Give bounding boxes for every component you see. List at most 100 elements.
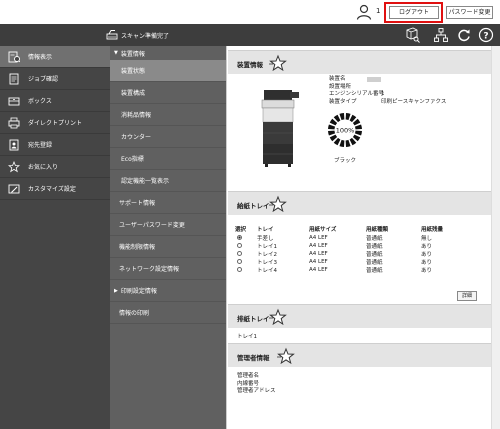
device-info-row: エンジンシリアル番号 1 (329, 91, 385, 99)
admin-label: 管理者名 (237, 373, 260, 379)
section-title: 給紙トレイ (237, 202, 270, 210)
device-name-redacted (367, 77, 381, 82)
subnav-group-print-settings[interactable]: ▶ 印刷設定情報 (110, 280, 226, 302)
network-icon[interactable] (433, 27, 449, 43)
star-icon (8, 160, 20, 172)
paper-type: 普通紙 (366, 260, 383, 266)
admin-label: 内線番号 (237, 380, 260, 387)
tray-select-radio[interactable] (237, 267, 242, 272)
tray-name: 手差し (257, 236, 274, 242)
toner-segment (339, 139, 345, 147)
nav-item-favorites[interactable]: お気に入り (0, 156, 110, 178)
subnav-item-function-restriction[interactable]: 機能制限情報 (110, 236, 226, 258)
top-user-bar: 1 ログアウト パスワード変更 (0, 0, 500, 24)
svg-text:?: ? (483, 31, 488, 41)
subnav-item-eco[interactable]: Eco指標 (110, 148, 226, 170)
paper-remaining: あり (421, 260, 433, 266)
device-info-row: 装置タイプ 印刷ピースキャンファクス (329, 98, 446, 107)
tray-select-radio[interactable] (237, 243, 242, 248)
sub-navigation: ▼ 装置情報 装置状態 装置構成 消耗品情報 カウンター Eco指標 認定機能一… (110, 46, 226, 429)
subnav-item-support[interactable]: サポート情報 (110, 192, 226, 214)
tray-select-radio[interactable] (237, 259, 242, 264)
subnav-item-counter[interactable]: カウンター (110, 126, 226, 148)
admin-label: 管理者アドレス (237, 388, 276, 394)
subnav-item-certified-functions[interactable]: 認定機能一覧表示 (110, 170, 226, 192)
detail-button[interactable]: 詳細 (457, 291, 477, 301)
subnav-item-device-status[interactable]: 装置状態 (110, 60, 226, 82)
admin-info-list: 管理者名 内線番号 管理者アドレス (237, 373, 276, 396)
paper-type: 普通紙 (366, 236, 383, 242)
subnav-item-print-info[interactable]: 情報の印刷 (110, 302, 226, 324)
subnav-item-device-config[interactable]: 装置構成 (110, 82, 226, 104)
paper-type: 普通紙 (366, 244, 383, 250)
toner-segment (354, 130, 362, 136)
paper-remaining: 無し (421, 236, 433, 242)
nav-item-direct-print[interactable]: ダイレクトプリント (0, 112, 110, 134)
subnav-item-user-password[interactable]: ユーザーパスワード変更 (110, 214, 226, 236)
tray-name: トレイ3 (257, 260, 277, 266)
paper-size: A4 LEF (309, 243, 328, 249)
nav-item-label: カスタマイズ設定 (28, 186, 76, 193)
nav-item-info-display[interactable]: 情報表示 (0, 46, 110, 68)
device-label: 装置名 (329, 76, 346, 82)
table-row: トレイ4 A4 LEF 普通紙 あり (235, 266, 471, 274)
table-header-row: 選択 トレイ 用紙サイズ 用紙種類 用紙残量 (235, 225, 471, 234)
table-row: トレイ2 A4 LEF 普通紙 あり (235, 250, 471, 258)
nav-item-customize[interactable]: カスタマイズ設定 (0, 178, 110, 200)
tray-select-radio[interactable] (237, 235, 242, 240)
star-outline-icon[interactable] (268, 194, 288, 214)
paper-remaining: あり (421, 244, 433, 250)
nav-item-address-register[interactable]: 宛先登録 (0, 134, 110, 156)
device-label: エンジンシリアル番号 (329, 91, 384, 97)
logout-button[interactable]: ログアウト (389, 6, 439, 19)
device-label: 設置場所 (329, 83, 352, 90)
vertical-scrollbar[interactable] (491, 46, 500, 429)
subnav-group-device-info[interactable]: ▼ 装置情報 (110, 46, 226, 60)
nav-item-box[interactable]: ボックス (0, 90, 110, 112)
toner-percent-text: 100% (336, 127, 355, 135)
password-change-button[interactable]: パスワード変更 (446, 6, 493, 19)
refresh-icon[interactable] (456, 27, 472, 43)
device-info-header: 装置情報 (228, 50, 500, 74)
triangle-down-icon: ▼ (114, 50, 118, 56)
toner-segment (345, 113, 351, 121)
column-header: 用紙サイズ (309, 227, 337, 233)
column-header: 用紙種類 (366, 227, 389, 233)
info-display-icon (8, 51, 20, 62)
subnav-item-consumables[interactable]: 消耗品情報 (110, 104, 226, 126)
user-count: 1 (376, 7, 381, 15)
customize-icon (8, 184, 20, 193)
toner-segment (339, 113, 345, 121)
box-icon (8, 97, 20, 105)
nav-item-label: お気に入り (28, 164, 59, 171)
tray-select-radio[interactable] (237, 251, 242, 256)
admin-info-header: 管理者情報 (228, 343, 500, 367)
star-outline-icon[interactable] (268, 53, 288, 73)
tray-name: トレイ4 (257, 268, 277, 274)
toner-segment (345, 139, 351, 147)
star-outline-icon[interactable] (276, 346, 296, 366)
subnav-item-network-settings[interactable]: ネットワーク設定情報 (110, 258, 226, 280)
job-check-icon (9, 73, 19, 84)
star-outline-icon[interactable] (268, 307, 288, 327)
nav-item-label: 宛先登録 (28, 142, 53, 149)
nav-item-label: ボックス (28, 98, 52, 105)
feed-tray-header: 給紙トレイ (228, 191, 500, 215)
tray-name: トレイ2 (257, 252, 277, 258)
direct-print-icon (8, 117, 20, 128)
device-label: 装置タイプ (329, 98, 357, 105)
user-icon[interactable] (356, 4, 372, 20)
scanner-icon (106, 30, 118, 40)
device-serial-value: 1 (381, 91, 385, 97)
nav-item-job-check[interactable]: ジョブ確認 (0, 68, 110, 90)
table-row: 手差し A4 LEF 普通紙 無し (235, 234, 471, 242)
section-title: 装置情報 (237, 61, 263, 69)
header-bar: スキャン準備完了 ? (0, 24, 500, 46)
main-content: 装置情報 装置名 設置場所 エンジンシリアル番号 1 装置タイプ 印刷ピースキャンフ… (226, 46, 500, 429)
paper-size: A4 LEF (309, 251, 328, 257)
nav-item-label: 情報表示 (28, 54, 53, 61)
paper-size: A4 LEF (309, 259, 328, 265)
device-search-icon[interactable] (404, 27, 420, 43)
help-icon[interactable]: ? (478, 27, 494, 43)
nav-item-label: ダイレクトプリント (28, 120, 83, 127)
